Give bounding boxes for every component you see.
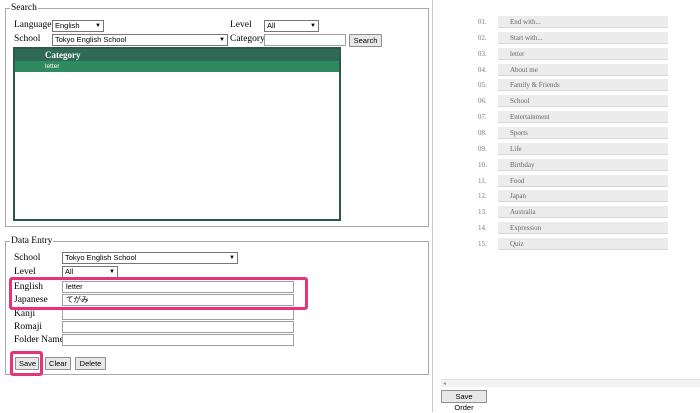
order-list-item-label[interactable]: Japan [498, 190, 668, 202]
order-list-item-number: 04. [478, 66, 487, 74]
order-list-item[interactable]: 13. Australia [478, 206, 668, 219]
order-list-item-label[interactable]: Life [498, 143, 668, 155]
search-level-select-value: All [267, 21, 276, 30]
order-list-item-number: 11. [478, 177, 487, 185]
save-order-button[interactable]: Save Order [441, 390, 487, 412]
romaji-label: Romaji [14, 322, 42, 332]
search-button[interactable]: Search [349, 34, 382, 47]
order-list-item-label[interactable]: letter [498, 48, 668, 60]
order-list-item[interactable]: 07. Entertainment [478, 111, 668, 124]
order-list-item-number: 09. [478, 145, 487, 153]
order-list-item[interactable]: 14. Expression [478, 222, 668, 235]
order-list-item-number: 10. [478, 161, 487, 169]
language-select[interactable]: English ▼ [52, 20, 104, 32]
delete-button[interactable]: Delete [75, 357, 106, 370]
search-school-select[interactable]: Tokyo English School ▼ [52, 34, 228, 46]
language-label: Language [14, 20, 52, 30]
order-list-item-number: 01. [478, 18, 487, 26]
order-list-item[interactable]: 01. End with... [478, 16, 668, 29]
order-list-item-label[interactable]: Entertainment [498, 111, 668, 123]
order-list-item-label[interactable]: Australia [498, 206, 668, 218]
category-grid: Category letter [13, 47, 341, 221]
order-list-item-number: 14. [478, 224, 487, 232]
save-button-highlight [10, 351, 43, 376]
category-input[interactable] [264, 34, 346, 46]
order-list-item-number: 15. [478, 240, 487, 248]
order-list-item-number: 12. [478, 192, 487, 200]
english-japanese-highlight [9, 277, 308, 310]
order-list-item-label[interactable]: Start with... [498, 32, 668, 44]
entry-school-label: School [14, 253, 41, 263]
chevron-down-icon: ▼ [219, 37, 225, 43]
category-label: Category [230, 34, 265, 44]
entry-level-select-value: All [65, 267, 74, 276]
folder-name-input[interactable] [62, 334, 294, 346]
order-list-item-number: 03. [478, 50, 487, 58]
data-entry-legend: Data Entry [11, 236, 53, 246]
order-list-item-number: 13. [478, 208, 487, 216]
order-list-item[interactable]: 15. Quiz [478, 238, 668, 251]
horizontal-scrollbar[interactable]: ◂ [441, 379, 700, 387]
order-list-item[interactable]: 06. School [478, 95, 668, 108]
order-list-item-number: 06. [478, 97, 487, 105]
kanji-label: Kanji [14, 309, 36, 319]
order-list-item-label[interactable]: About me [498, 64, 668, 76]
order-list-item-number: 07. [478, 113, 487, 121]
search-level-select[interactable]: All ▼ [264, 20, 319, 32]
order-list-item[interactable]: 12. Japan [478, 190, 668, 203]
entry-school-select-value: Tokyo English School [65, 253, 137, 262]
order-list-item[interactable]: 08. Sports [478, 127, 668, 140]
romaji-input[interactable] [62, 321, 294, 333]
chevron-down-icon: ▼ [229, 255, 235, 261]
entry-school-select[interactable]: Tokyo English School ▼ [62, 252, 238, 264]
category-grid-header: Category [15, 49, 339, 61]
order-list-item-label[interactable]: Expression [498, 222, 668, 234]
order-list-item-label[interactable]: Family & Friends [498, 79, 668, 91]
chevron-down-icon: ▼ [310, 23, 316, 29]
order-list-item[interactable]: 03. letter [478, 48, 668, 61]
order-list-item-label[interactable]: School [498, 95, 668, 107]
order-list-item-label[interactable]: Sports [498, 127, 668, 139]
order-list-item[interactable]: 11. Food [478, 175, 668, 188]
order-list-item[interactable]: 04. About me [478, 64, 668, 77]
order-list-item-label[interactable]: End with... [498, 16, 668, 28]
order-list-item-label[interactable]: Quiz [498, 238, 668, 250]
order-list-item[interactable]: 05. Family & Friends [478, 79, 668, 92]
search-school-label: School [14, 34, 41, 44]
search-legend: Search [11, 3, 37, 13]
language-select-value: English [55, 21, 80, 30]
order-list-item-label[interactable]: Food [498, 175, 668, 187]
search-school-select-value: Tokyo English School [55, 35, 127, 44]
order-list-item[interactable]: 09. Life [478, 143, 668, 156]
chevron-down-icon: ▼ [95, 23, 101, 29]
order-list-item-number: 05. [478, 81, 487, 89]
scroll-left-arrow-icon[interactable]: ◂ [443, 380, 446, 388]
chevron-down-icon: ▼ [109, 269, 115, 275]
search-level-label: Level [230, 20, 252, 30]
order-list-item-label[interactable]: Birthday [498, 159, 668, 171]
category-grid-row[interactable]: letter [15, 61, 339, 72]
order-list-item-number: 02. [478, 34, 487, 42]
order-list-item[interactable]: 10. Birthday [478, 159, 668, 172]
order-list-item-number: 08. [478, 129, 487, 137]
clear-button[interactable]: Clear [45, 357, 71, 370]
panel-divider [432, 0, 433, 412]
order-list-item[interactable]: 02. Start with... [478, 32, 668, 45]
folder-name-label: Folder Name [14, 335, 64, 345]
